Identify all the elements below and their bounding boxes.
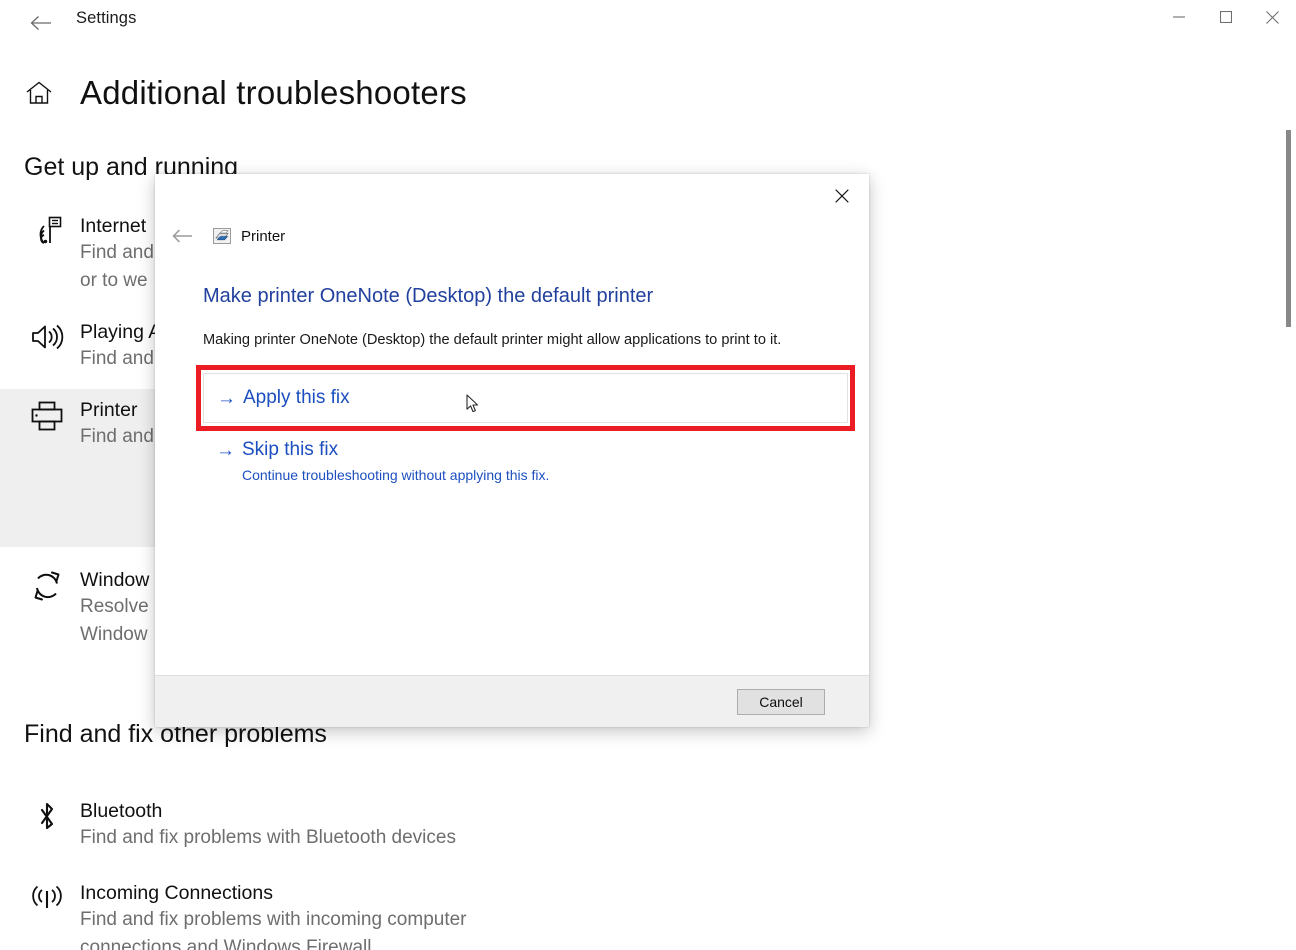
list-item-desc: Find and fix problems with incoming comp… — [80, 909, 467, 950]
arrow-right-icon: → — [217, 387, 236, 409]
window-controls — [1155, 0, 1296, 46]
dialog-nav-row: Printer — [155, 218, 869, 254]
list-item[interactable]: Bluetooth Find and fix problems with Blu… — [0, 790, 560, 860]
arrow-right-icon: → — [216, 439, 235, 461]
dialog-close-button[interactable] — [823, 180, 861, 212]
dialog-app-label: Printer — [241, 227, 286, 245]
close-button[interactable] — [1249, 0, 1296, 34]
vertical-scrollbar[interactable] — [1282, 46, 1294, 950]
dialog-heading: Make printer OneNote (Desktop) the defau… — [203, 285, 654, 307]
list-item-title: Bluetooth — [80, 800, 163, 822]
skip-this-fix-option[interactable]: → Skip this fix Continue troubleshooting… — [203, 437, 848, 485]
incoming-connections-icon — [24, 880, 70, 950]
bluetooth-icon — [24, 798, 70, 852]
skip-this-fix-subtext: Continue troubleshooting without applyin… — [242, 467, 550, 483]
cancel-button[interactable]: Cancel — [737, 688, 825, 715]
troubleshooter-list-other: Bluetooth Find and fix problems with Blu… — [0, 790, 560, 950]
list-item-body: Bluetooth Find and fix problems with Blu… — [70, 798, 560, 852]
internet-connections-icon — [24, 213, 70, 295]
home-icon[interactable] — [22, 76, 56, 110]
back-arrow-icon[interactable] — [20, 4, 62, 42]
window-title: Settings — [76, 9, 137, 27]
page-header: Additional troubleshooters — [0, 58, 1296, 128]
title-bar: Settings — [0, 0, 1296, 46]
back-arrow-icon[interactable] — [167, 222, 199, 250]
windows-update-refresh-icon — [24, 567, 70, 649]
printer-icon — [24, 397, 70, 451]
list-item-desc: Find and fix problems with Bluetooth dev… — [80, 827, 456, 848]
page-title: Additional troubleshooters — [80, 74, 467, 111]
apply-this-fix-label: Apply this fix — [243, 387, 350, 408]
scrollbar-thumb[interactable] — [1286, 130, 1291, 327]
settings-window: Settings Additional troubleshooters Get … — [0, 0, 1296, 950]
list-item-body: Incoming Connections Find and fix proble… — [70, 880, 560, 950]
list-item[interactable]: Incoming Connections Find and fix proble… — [0, 872, 560, 950]
maximize-button[interactable] — [1202, 0, 1249, 34]
printer-icon — [213, 228, 231, 244]
minimize-button[interactable] — [1155, 0, 1202, 34]
dialog-subtext: Making printer OneNote (Desktop) the def… — [203, 332, 782, 348]
speaker-audio-icon — [24, 319, 70, 373]
skip-this-fix-label: Skip this fix — [242, 439, 339, 460]
dialog-footer: Cancel — [155, 675, 869, 727]
skip-this-fix-row: → Skip this fix — [216, 437, 848, 463]
apply-this-fix-option[interactable]: → Apply this fix — [203, 373, 848, 423]
list-item-title: Incoming Connections — [80, 882, 273, 904]
